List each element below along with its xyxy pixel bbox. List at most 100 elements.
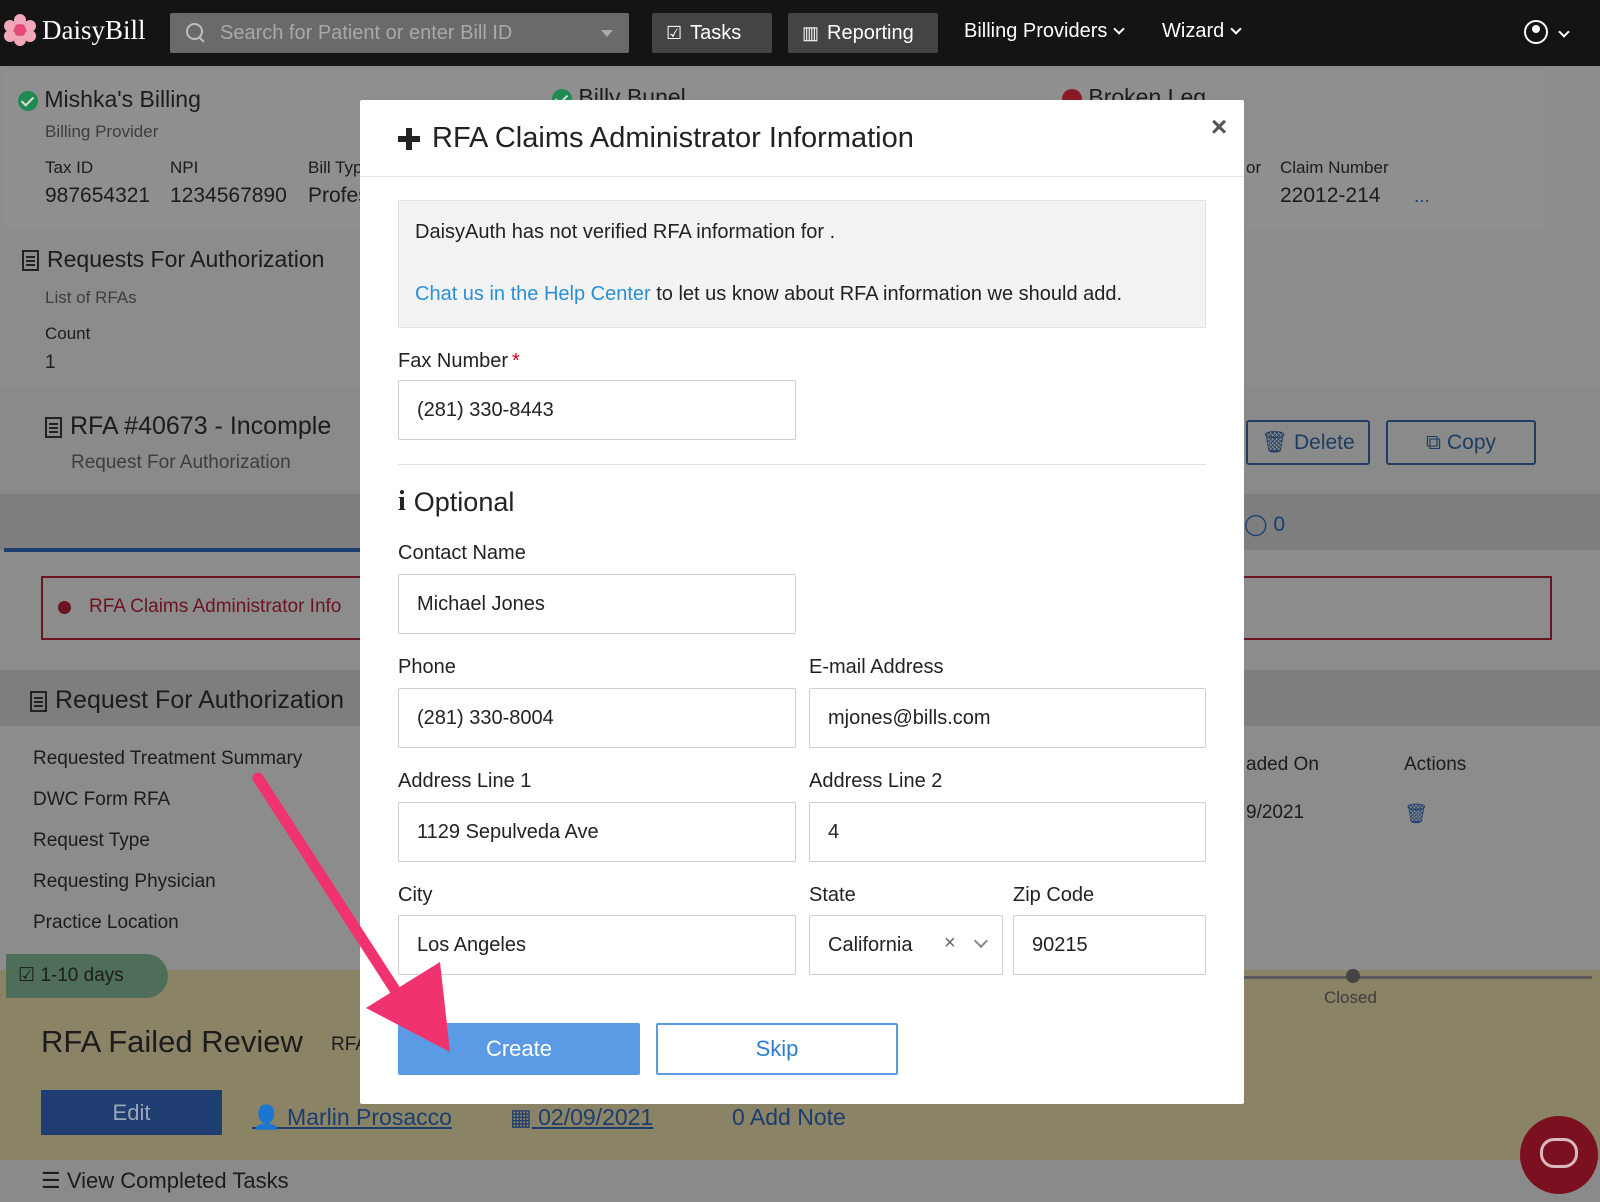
top-nav: DaisyBill ☑ Tasks ▥ Reporting Billing Pr…: [0, 0, 1600, 66]
billing-providers-menu[interactable]: Billing Providers: [964, 20, 1126, 43]
active-tab-indicator: [4, 548, 364, 552]
claim-number-value: 22012-214: [1280, 184, 1381, 207]
logo[interactable]: DaisyBill: [4, 14, 146, 46]
notes-count: 0: [1273, 513, 1286, 536]
more-ellipsis[interactable]: ...: [1414, 186, 1430, 208]
npi-label: NPI: [170, 158, 199, 177]
rfa-details-title-text: Request For Authorization: [55, 686, 345, 714]
help-center-link[interactable]: Chat us in the Help Center: [415, 283, 651, 305]
caret-down-icon[interactable]: [601, 30, 613, 37]
create-button[interactable]: Create: [398, 1023, 640, 1075]
detail-row-2: Request Type: [33, 830, 150, 851]
assignee-name: Marlin Prosacco: [287, 1104, 452, 1130]
address-line-2-input[interactable]: [809, 802, 1206, 862]
calendar-check-icon: ☑: [18, 965, 36, 986]
chevron-down-icon[interactable]: [1558, 26, 1570, 38]
state-label: State: [809, 884, 856, 906]
fax-number-input[interactable]: [398, 380, 796, 440]
tax-id-value: 987654321: [45, 184, 151, 207]
delete-label: Delete: [1293, 430, 1355, 454]
email-input[interactable]: [809, 688, 1206, 748]
document-icon: [22, 250, 39, 272]
zip-code-label: Zip Code: [1013, 884, 1095, 906]
optional-heading: i Optional: [398, 486, 514, 518]
document-icon: [30, 690, 47, 712]
sla-pill-content: ☑ 1-10 days: [18, 964, 124, 987]
help-rest-text: to let us know about RFA information we …: [650, 283, 1123, 305]
provider-header[interactable]: Mishka's Billing: [18, 86, 201, 113]
tax-id-label: Tax ID: [45, 158, 94, 177]
provider-role: Billing Provider: [45, 122, 159, 141]
sla-text: 1-10 days: [40, 965, 124, 986]
status-progress-line: [1240, 976, 1592, 979]
rfa-claims-admin-modal: RFA Claims Administrator Information × D…: [360, 100, 1244, 1104]
modal-title: RFA Claims Administrator Information: [398, 122, 914, 155]
search-input[interactable]: [220, 21, 580, 45]
contact-name-input[interactable]: [398, 574, 796, 634]
assignee-select[interactable]: 👤 Marlin Prosacco: [252, 1104, 452, 1131]
rfa-list-subtitle: List of RFAs: [45, 288, 137, 307]
daisy-logo-icon: [4, 14, 36, 46]
wizard-menu[interactable]: Wizard: [1162, 20, 1242, 43]
chevron-down-icon: [1230, 23, 1242, 35]
npi-value: 1234567890: [170, 184, 287, 207]
state-value: California: [828, 933, 913, 956]
contact-name-label: Contact Name: [398, 542, 526, 564]
tasks-label: Tasks: [690, 21, 742, 44]
view-completed-label: View Completed Tasks: [66, 1168, 289, 1193]
copy-button[interactable]: ⧉ Copy: [1386, 420, 1536, 465]
detail-row-1: DWC Form RFA: [33, 789, 171, 810]
info-line-1: DaisyAuth has not verified RFA informati…: [415, 221, 836, 243]
provider-name: Mishka's Billing: [44, 86, 201, 112]
optional-label: Optional: [413, 486, 515, 517]
section-divider: [398, 464, 1206, 465]
chat-bubble-icon[interactable]: [1520, 1116, 1598, 1194]
clipboard-check-icon: ☑: [666, 22, 683, 43]
calendar-icon: ▦: [510, 1104, 532, 1130]
close-icon[interactable]: ×: [1208, 113, 1230, 141]
count-value: 1: [45, 352, 56, 373]
delete-button[interactable]: 🗑 Delete: [1246, 420, 1370, 465]
info-panel: DaisyAuth has not verified RFA informati…: [398, 200, 1206, 328]
uploaded-date: 9/2021: [1246, 802, 1305, 823]
user-icon: 👤: [252, 1104, 281, 1130]
city-input[interactable]: [398, 915, 796, 975]
modal-title-text: RFA Claims Administrator Information: [432, 122, 914, 154]
trash-icon: 🗑: [1261, 430, 1288, 454]
city-label: City: [398, 884, 433, 906]
list-icon: ☰: [41, 1168, 61, 1193]
rfa-subtitle: Request For Authorization: [71, 452, 291, 473]
logo-text: DaisyBill: [42, 14, 146, 45]
chevron-down-icon[interactable]: [973, 933, 989, 949]
phone-input[interactable]: [398, 688, 796, 748]
edit-button[interactable]: Edit: [41, 1090, 222, 1135]
wizard-label: Wizard: [1162, 20, 1225, 42]
state-select[interactable]: California ×: [809, 915, 1003, 975]
trash-icon[interactable]: 🗑: [1404, 802, 1428, 826]
clear-icon[interactable]: ×: [944, 932, 956, 955]
search-bar[interactable]: [170, 13, 629, 53]
modal-header-divider: [360, 176, 1244, 177]
view-completed-tasks[interactable]: ☰ View Completed Tasks: [41, 1168, 289, 1194]
skip-button[interactable]: Skip: [656, 1023, 898, 1075]
address-line-1-input[interactable]: [398, 802, 796, 862]
email-label: E-mail Address: [809, 656, 944, 678]
reporting-label: Reporting: [827, 21, 914, 44]
billing-providers-label: Billing Providers: [964, 20, 1108, 42]
chevron-down-icon: [1113, 23, 1126, 35]
comment-icon: ◯: [1244, 513, 1268, 536]
info-line-2: Chat us in the Help Center to let us kno…: [415, 283, 1122, 306]
reporting-button[interactable]: ▥ Reporting: [788, 13, 938, 53]
user-account-icon[interactable]: [1524, 20, 1548, 44]
check-circle-icon: [18, 90, 38, 111]
claim-number-label: Claim Number: [1280, 158, 1389, 177]
copy-label: Copy: [1446, 430, 1497, 454]
due-date-select[interactable]: ▦ 02/09/2021: [510, 1104, 653, 1131]
notes-counter[interactable]: ◯ 0: [1244, 512, 1285, 537]
search-icon: [186, 23, 206, 43]
alert-text[interactable]: RFA Claims Administrator Info: [89, 596, 341, 618]
tasks-button[interactable]: ☑ Tasks: [652, 13, 772, 53]
add-note-link[interactable]: 0 Add Note: [732, 1104, 846, 1131]
closed-label: Closed: [1324, 988, 1377, 1007]
zip-code-input[interactable]: [1013, 915, 1206, 975]
